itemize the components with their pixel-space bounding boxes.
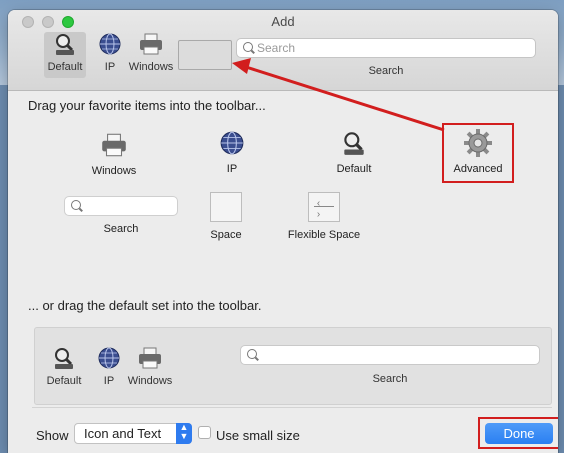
window-toolbar: Add Default IP Windows Search Search: [8, 10, 558, 91]
toolbar-item-label: Default: [47, 61, 83, 73]
show-mode-popup[interactable]: Icon and Text ▲ ▼: [74, 423, 192, 444]
search-icon: [71, 200, 81, 210]
palette-item-space[interactable]: Space: [204, 192, 248, 241]
default-set-item-label: IP: [103, 375, 115, 387]
toolbar-item-ip[interactable]: IP: [92, 32, 128, 73]
magnifier-icon: [55, 348, 73, 369]
default-set-search-field: [240, 345, 540, 365]
toolbar-search-label: Search: [368, 65, 404, 77]
default-set-search-label: Search: [372, 373, 408, 385]
palette-item-label: Default: [336, 163, 372, 175]
magnifier-icon: [56, 34, 74, 55]
flexible-space-icon: [308, 192, 340, 222]
search-placeholder: Search: [257, 41, 296, 55]
toolbar-item-windows[interactable]: Windows: [126, 32, 176, 73]
footer-divider: [32, 407, 552, 408]
globe-icon: [220, 131, 244, 155]
magnifier-icon: [344, 132, 364, 155]
palette-item-label: Flexible Space: [287, 229, 361, 241]
palette-item-flexible-space[interactable]: Flexible Space: [284, 192, 364, 241]
space-icon: [210, 192, 242, 222]
palette-item-windows[interactable]: Windows: [84, 132, 144, 177]
globe-icon: [99, 33, 121, 55]
show-mode-value: Icon and Text: [84, 426, 162, 441]
palette-item-label: Space: [210, 229, 242, 241]
done-annotation-box: [478, 417, 558, 449]
globe-icon: [98, 347, 120, 369]
use-small-size-checkbox[interactable]: [198, 426, 211, 439]
palette-item-search[interactable]: Search: [63, 196, 179, 235]
default-set-item-ip: IP: [91, 346, 127, 387]
default-set-item-label: Windows: [127, 375, 173, 387]
default-set-item-windows: Windows: [125, 346, 175, 387]
palette-item-label: Search: [103, 223, 139, 235]
show-label: Show: [36, 428, 69, 443]
advanced-annotation-box: [442, 123, 514, 183]
printer-icon: [140, 33, 162, 55]
toolbar-search-field[interactable]: Search: [236, 38, 536, 58]
printer-icon: [102, 133, 126, 157]
printer-icon: [139, 347, 161, 369]
search-icon: [243, 42, 253, 52]
search-field-preview: [64, 196, 178, 216]
palette-item-label: Windows: [91, 165, 137, 177]
default-set-item-label: Default: [46, 375, 82, 387]
chevron-up-down-icon: ▲ ▼: [176, 423, 192, 444]
window-title: Add: [271, 14, 295, 29]
customize-toolbar-window: Add Default IP Windows Search Search Dra…: [8, 10, 558, 453]
default-toolbar-set[interactable]: Default IP Windows Search: [34, 327, 552, 405]
toolbar-item-default[interactable]: Default: [44, 32, 86, 78]
drag-instruction: Drag your favorite items into the toolba…: [28, 98, 266, 113]
toolbar-drop-placeholder: [178, 40, 232, 70]
use-small-size-label[interactable]: Use small size: [216, 428, 300, 443]
default-set-item-default: Default: [43, 346, 85, 387]
default-set-instruction: ... or drag the default set into the too…: [28, 298, 262, 313]
toolbar-item-label: Windows: [128, 61, 174, 73]
search-icon: [247, 349, 257, 359]
palette-item-default[interactable]: Default: [326, 130, 382, 175]
palette-item-ip[interactable]: IP: [208, 130, 256, 175]
toolbar-item-label: IP: [104, 61, 116, 73]
palette-item-label: IP: [226, 163, 238, 175]
